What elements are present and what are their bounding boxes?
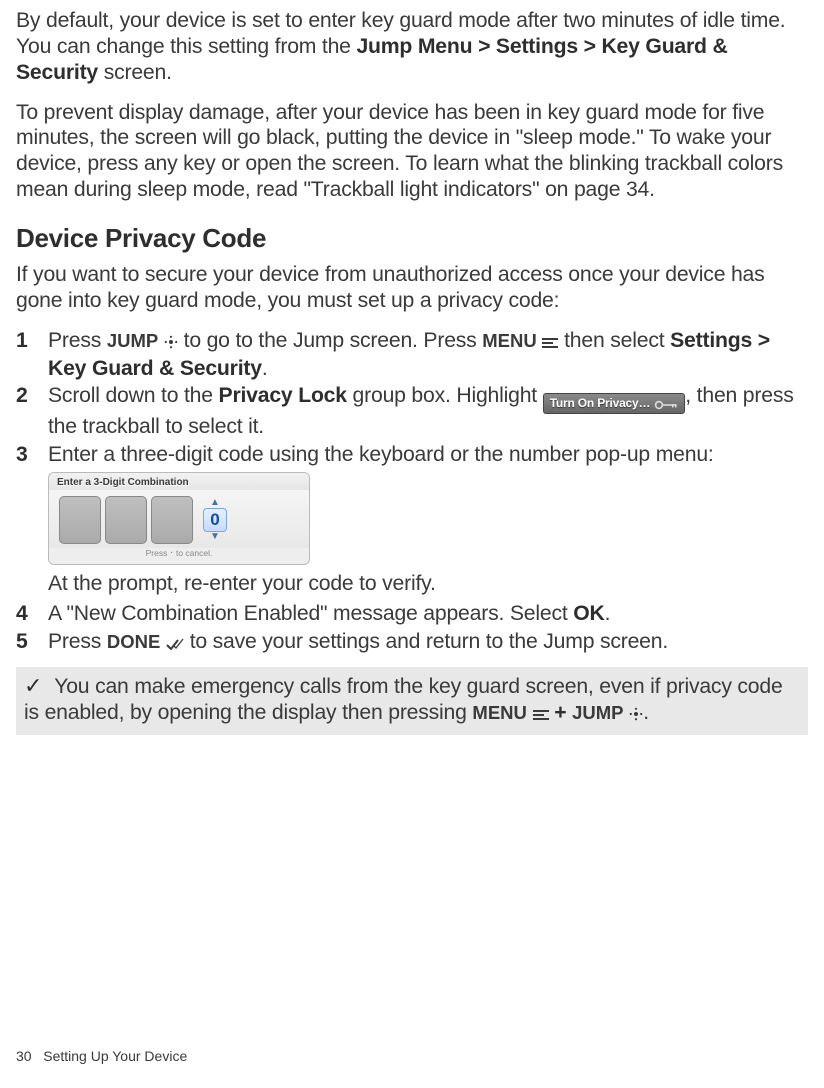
ok-label: OK xyxy=(573,602,604,625)
spinner-down-icon: ▼ xyxy=(210,533,220,541)
steps-list: 1 Press JUMP to go to the Jump screen. P… xyxy=(16,328,808,657)
section-name: Setting Up Your Device xyxy=(43,1048,187,1064)
step-num: 1 xyxy=(16,328,48,382)
step-text: Press JUMP to go to the Jump screen. Pre… xyxy=(48,328,808,382)
menu-icon xyxy=(533,702,549,728)
step-3: 3 Enter a three-digit code using the key… xyxy=(16,442,808,468)
para-default-keyguard: By default, your device is set to enter … xyxy=(16,8,808,86)
step-text: Enter a three-digit code using the keybo… xyxy=(48,442,808,468)
step-num: 3 xyxy=(16,442,48,468)
step-num: 4 xyxy=(16,601,48,627)
dialog-footer: Press ⠂to cancel. xyxy=(49,548,309,564)
jump-icon xyxy=(629,702,643,728)
jump-icon xyxy=(164,330,178,356)
jump-label: JUMP xyxy=(572,702,623,723)
step-num: 2 xyxy=(16,383,48,440)
p1-text-b: screen. xyxy=(98,61,172,84)
step-2: 2 Scroll down to the Privacy Lock group … xyxy=(16,383,808,440)
spinner-up-icon: ▲ xyxy=(210,499,220,507)
step3-caption: At the prompt, re-enter your code to ver… xyxy=(48,571,808,597)
lead-text: If you want to secure your device from u… xyxy=(16,262,808,314)
check-icon: ✓ xyxy=(24,673,42,698)
turn-on-privacy-button: Turn On Privacy… xyxy=(543,393,686,414)
digit-slot-2 xyxy=(105,496,147,544)
step-5: 5 Press DONE to save your settings and r… xyxy=(16,629,808,657)
step-1: 1 Press JUMP to go to the Jump screen. P… xyxy=(16,328,808,382)
dialog-title: Enter a 3-Digit Combination xyxy=(49,473,309,490)
enter-combination-dialog: Enter a 3-Digit Combination ▲ 0 ▼ Press … xyxy=(48,472,310,565)
step-text: A "New Combination Enabled" message appe… xyxy=(48,601,808,627)
spinner-value: 0 xyxy=(203,508,227,532)
step-4: 4 A "New Combination Enabled" message ap… xyxy=(16,601,808,627)
done-icon xyxy=(166,631,184,657)
btn-label: Turn On Privacy… xyxy=(550,396,651,410)
key-icon xyxy=(654,398,678,415)
step-num: 5 xyxy=(16,629,48,657)
page-content: By default, your device is set to enter … xyxy=(0,0,824,747)
menu-label: MENU xyxy=(472,702,526,723)
jump-label: JUMP xyxy=(107,330,158,351)
page-number: 30 xyxy=(16,1048,32,1064)
heading-device-privacy-code: Device Privacy Code xyxy=(16,223,808,254)
para-sleep-mode: To prevent display damage, after your de… xyxy=(16,100,808,203)
dialog-body: ▲ 0 ▼ xyxy=(49,490,309,548)
menu-label: MENU xyxy=(482,330,536,351)
page-footer: 30 Setting Up Your Device xyxy=(16,1048,187,1064)
digit-slot-1 xyxy=(59,496,101,544)
privacy-lock-label: Privacy Lock xyxy=(219,384,347,407)
step-text: Scroll down to the Privacy Lock group bo… xyxy=(48,383,808,440)
step-text: Press DONE to save your settings and ret… xyxy=(48,629,808,657)
emergency-call-note: ✓You can make emergency calls from the k… xyxy=(16,667,808,736)
digit-spinner: ▲ 0 ▼ xyxy=(203,499,227,541)
digit-slot-3 xyxy=(151,496,193,544)
menu-icon xyxy=(542,330,558,356)
done-label: DONE xyxy=(107,631,160,652)
